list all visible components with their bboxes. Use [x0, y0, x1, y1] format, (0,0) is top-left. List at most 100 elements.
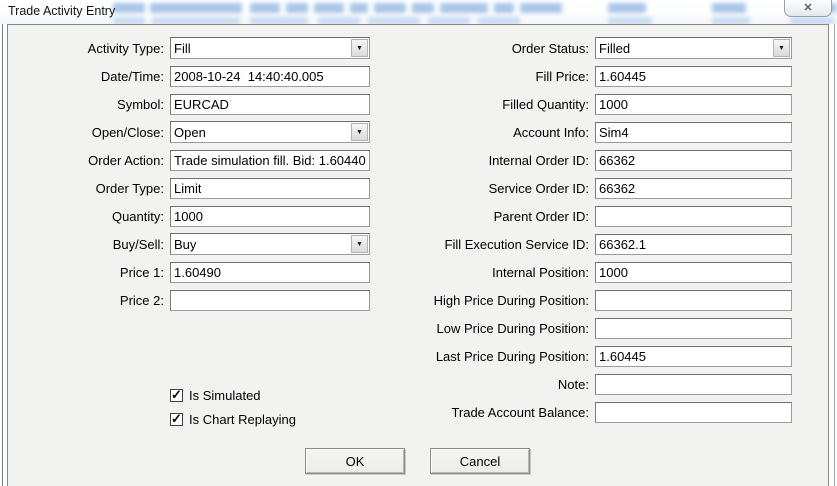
fill-price-value: 1.60445 [599, 68, 646, 84]
form-row-price-2: Price 2: [5, 287, 370, 313]
form-row-quantity: Quantity: 1000 [5, 203, 370, 229]
activity-type-dropdown-arrow-icon[interactable]: ▼ [351, 39, 368, 57]
glass-smudge [113, 3, 145, 13]
symbol-input[interactable]: EURCAD [170, 93, 370, 115]
form-row-price-1: Price 1: 1.60490 [5, 259, 370, 285]
form-row-symbol: Symbol: EURCAD [5, 91, 370, 117]
parent-order-id-input[interactable] [595, 205, 792, 227]
date-time-input[interactable]: 2008-10-24 14:40:40.005 [170, 65, 370, 87]
form-row-service-order-id: Service Order ID: 66362 [418, 175, 792, 201]
checkbox-row-is-simulated: ✓ Is Simulated [170, 387, 261, 403]
checkmark-icon: ✓ [171, 410, 182, 426]
glass-smudge [712, 17, 750, 24]
low-price-during-position-label: Low Price During Position: [436, 320, 589, 336]
trade-activity-entry-dialog: Trade Activity Entry ✕ Activity Type: Fil… [0, 0, 837, 486]
service-order-id-value: 66362 [599, 180, 636, 196]
window-frame-left [2, 24, 3, 486]
glass-smudge [286, 3, 308, 13]
order-action-label: Order Action: [88, 152, 164, 168]
glass-smudge [440, 3, 488, 13]
service-order-id-input[interactable]: 66362 [595, 177, 792, 199]
buy-sell-label: Buy/Sell: [112, 236, 164, 252]
is-chart-replaying-checkbox[interactable]: ✓ [170, 410, 183, 426]
price-2-label: Price 2: [119, 292, 164, 308]
glass-smudge [150, 3, 242, 13]
form-row-open-close: Open/Close: Open ▼ [5, 119, 370, 145]
activity-type-value: Fill [174, 40, 191, 56]
order-type-value: Limit [174, 180, 202, 196]
note-label: Note: [557, 376, 589, 392]
window-title: Trade Activity Entry [8, 4, 116, 18]
fill-price-label: Fill Price: [535, 68, 589, 84]
quantity-input[interactable]: 1000 [170, 205, 370, 227]
titlebar[interactable]: Trade Activity Entry ✕ [0, 0, 837, 24]
glass-smudge [412, 3, 434, 13]
form-row-fill-execution-service-id: Fill Execution Service ID: 66362.1 [418, 231, 792, 257]
glass-smudge [113, 17, 145, 24]
checkbox-row-is-chart-replaying: ✓ Is Chart Replaying [170, 411, 296, 427]
order-type-input[interactable]: Limit [170, 177, 370, 199]
form-row-trade-account-balance: Trade Account Balance: [418, 399, 792, 425]
filled-quantity-input[interactable]: 1000 [595, 93, 792, 115]
order-action-input[interactable]: Trade simulation fill. Bid: 1.60440 A [170, 149, 370, 171]
cancel-button[interactable]: Cancel [430, 448, 530, 474]
glass-smudge [250, 3, 280, 13]
checkmark-icon: ✓ [171, 386, 182, 402]
form-row-high-price-during-position: High Price During Position: [418, 287, 792, 313]
is-simulated-checkbox[interactable]: ✓ [170, 386, 183, 402]
account-info-label: Account Info: [513, 124, 589, 140]
form-row-activity-type: Activity Type: Fill ▼ [5, 35, 370, 61]
form-row-order-type: Order Type: Limit [5, 175, 370, 201]
glass-smudge [608, 17, 652, 24]
internal-order-id-label: Internal Order ID: [488, 152, 589, 168]
last-price-during-position-input[interactable]: 1.60445 [595, 345, 792, 367]
form-row-note: Note: [418, 371, 792, 397]
order-status-dropdown-arrow-icon[interactable]: ▼ [773, 39, 790, 57]
dialog-body: Activity Type: Fill ▼ Date/Time: 2008-10-24 … [0, 24, 837, 486]
form-row-parent-order-id: Parent Order ID: [418, 203, 792, 229]
filled-quantity-label: Filled Quantity: [502, 96, 589, 112]
open-close-dropdown-arrow-icon[interactable]: ▼ [351, 123, 368, 141]
activity-type-label: Activity Type: [87, 40, 164, 56]
window-frame-right [834, 24, 835, 486]
fill-execution-service-id-label: Fill Execution Service ID: [444, 236, 590, 252]
internal-order-id-input[interactable]: 66362 [595, 149, 792, 171]
account-info-input[interactable]: Sim4 [595, 121, 792, 143]
internal-position-input[interactable]: 1000 [595, 261, 792, 283]
order-status-label: Order Status: [511, 40, 589, 56]
price-2-input[interactable] [170, 289, 370, 311]
form-row-last-price-during-position: Last Price During Position: 1.60445 [418, 343, 792, 369]
fill-execution-service-id-value: 66362.1 [599, 236, 646, 252]
fill-execution-service-id-input[interactable]: 66362.1 [595, 233, 792, 255]
glass-smudge [478, 17, 520, 24]
form-row-internal-position: Internal Position: 1000 [418, 259, 792, 285]
form-row-order-status: Order Status: Filled ▼ [418, 35, 792, 61]
glass-smudge [428, 17, 470, 24]
glass-smudge [520, 3, 562, 13]
close-button[interactable]: ✕ [784, 0, 832, 17]
glass-smudge [350, 3, 368, 13]
is-chart-replaying-label: Is Chart Replaying [189, 411, 296, 427]
note-input[interactable] [595, 373, 792, 395]
glass-smudge [250, 17, 308, 24]
low-price-during-position-input[interactable] [595, 317, 792, 339]
high-price-during-position-input[interactable] [595, 289, 792, 311]
date-time-value: 2008-10-24 14:40:40.005 [174, 68, 324, 84]
buy-sell-combobox[interactable]: Buy ▼ [170, 233, 370, 255]
price-1-input[interactable]: 1.60490 [170, 261, 370, 283]
open-close-combobox[interactable]: Open ▼ [170, 121, 370, 143]
order-type-label: Order Type: [95, 180, 164, 196]
price-1-value: 1.60490 [174, 264, 221, 280]
glass-smudge [374, 3, 406, 13]
glass-smudge [152, 17, 240, 24]
order-status-combobox[interactable]: Filled ▼ [595, 37, 792, 59]
buy-sell-dropdown-arrow-icon[interactable]: ▼ [351, 235, 368, 253]
glass-smudge [608, 3, 646, 13]
fill-price-input[interactable]: 1.60445 [595, 65, 792, 87]
high-price-during-position-label: High Price During Position: [433, 292, 589, 308]
open-close-value: Open [174, 124, 206, 140]
filled-quantity-value: 1000 [599, 96, 628, 112]
ok-button[interactable]: OK [305, 448, 405, 474]
activity-type-combobox[interactable]: Fill ▼ [170, 37, 370, 59]
trade-account-balance-input[interactable] [595, 401, 792, 423]
